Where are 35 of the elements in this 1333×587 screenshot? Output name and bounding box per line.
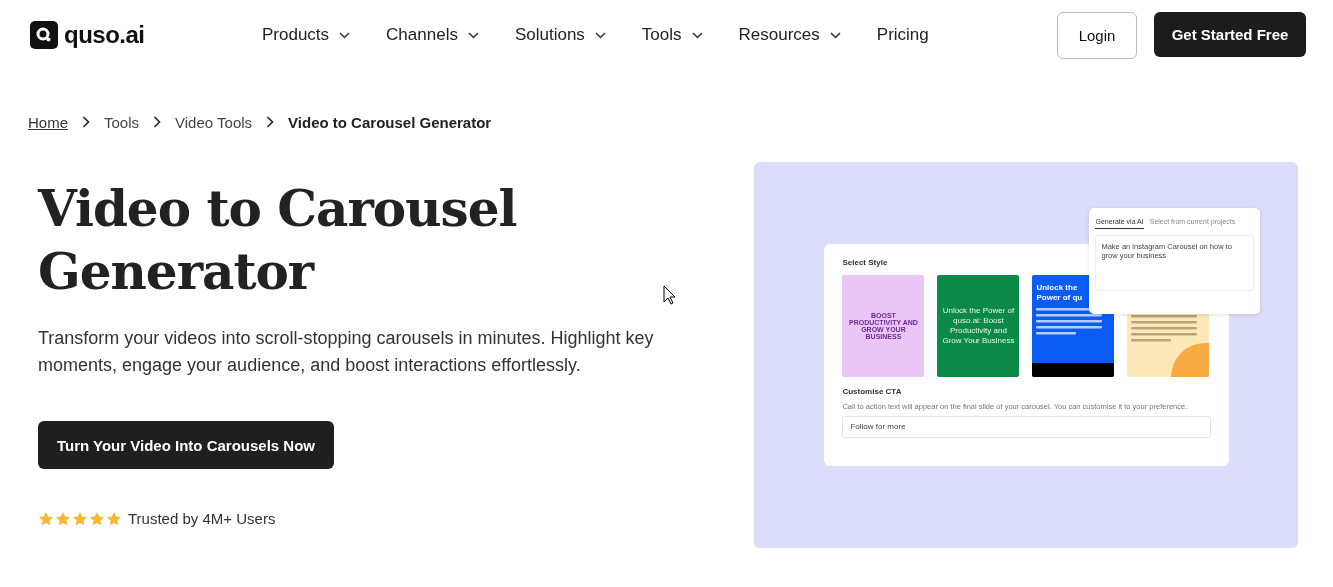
nav-link[interactable]: Resources (738, 25, 841, 45)
chevron-right-icon (82, 116, 90, 128)
chevron-right-icon (153, 116, 162, 128)
nav-link[interactable]: Products (262, 25, 351, 45)
breadcrumb-item[interactable]: Video Tools (175, 113, 253, 131)
get-started-button[interactable]: Get Started Free (1154, 11, 1306, 57)
mouse-pointer-icon (663, 285, 677, 305)
turn-video-button[interactable]: Turn Your Video Into Carousels Now (38, 421, 334, 469)
cta-input-field[interactable]: Follow for more (842, 415, 1212, 438)
star-icon (72, 510, 88, 527)
nav-link[interactable]: Tools (641, 25, 703, 45)
carousel-style-card[interactable]: Unlock the Power of quso.ai: Boost Productivity and Grow Your Business (937, 275, 1020, 377)
trust-text: Trusted by 4M+ Users (128, 510, 276, 527)
breadcrumb-current: Video to Carousel Generator (288, 113, 492, 131)
star-icon (89, 510, 105, 527)
nav-link[interactable]: Solutions (514, 25, 606, 45)
logo[interactable]: quso.ai (64, 21, 145, 49)
hero-description: Transform your videos into scroll-stopping carousels in minutes. Highlight key moments, engage your audience, and boost interactions effortlessly. (38, 327, 655, 377)
star-icon (106, 510, 122, 527)
logo-icon (30, 21, 58, 49)
text-lines-drawing (1036, 308, 1103, 335)
breadcrumb-item[interactable]: Tools (104, 113, 140, 131)
page-title: Video to Carousel Generator (38, 178, 518, 303)
section-heading: Select Style (842, 258, 889, 267)
text-lines-drawing (1131, 315, 1198, 342)
breadcrumb-link[interactable]: Home (28, 113, 68, 131)
chevron-right-icon (266, 116, 275, 128)
star-icon (38, 510, 54, 527)
login-button[interactable]: Login (1057, 11, 1137, 59)
slide-title: Unlock the Power of quso.ai: Boost Productivity and Grow Your Business (941, 306, 1016, 346)
nav-link[interactable]: Pricing (876, 25, 929, 45)
slide-title: Unlock the Power of qu (1036, 283, 1084, 303)
section-heading: Customise CTA (842, 387, 903, 396)
star-icon (55, 510, 71, 527)
nav-link[interactable]: Channels (386, 25, 479, 45)
